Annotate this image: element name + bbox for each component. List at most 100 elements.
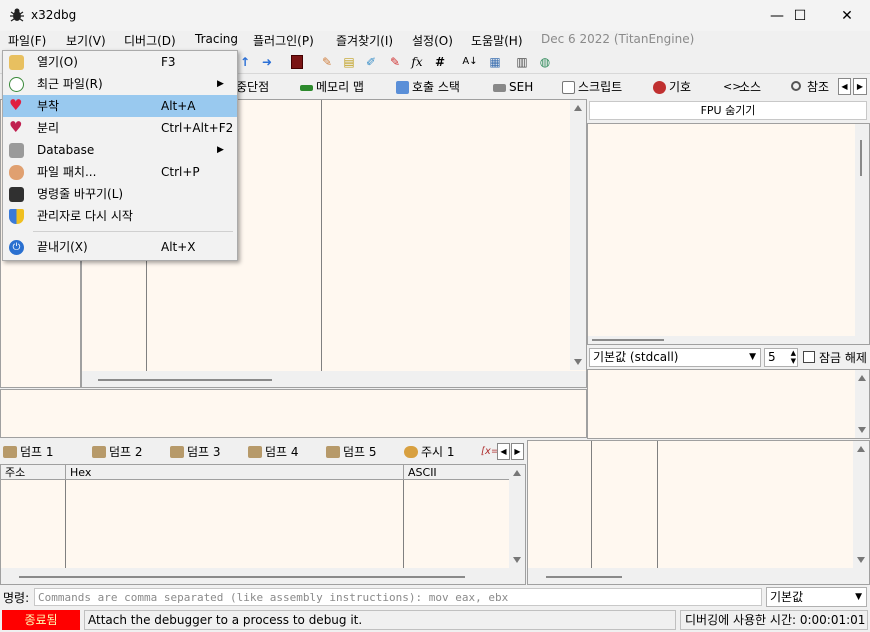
tab-scroll-left-button[interactable]: ◀ <box>838 78 851 95</box>
globe-icon[interactable]: ◍ <box>536 53 554 71</box>
tab-scroll-right-button[interactable]: ▶ <box>853 78 867 95</box>
memory-icon <box>300 85 313 91</box>
menu-item-open-label: 열기(O) <box>37 55 78 69</box>
symbols-icon <box>653 81 666 94</box>
fpu-toggle-button[interactable]: FPU 숨기기 <box>589 101 867 120</box>
tab-dump-1[interactable]: 덤프 1 <box>0 442 54 462</box>
dump-horizontal-scrollbar[interactable] <box>1 568 525 584</box>
trace-icon[interactable] <box>288 53 306 71</box>
dump-icon <box>248 446 262 458</box>
bookmarks-icon[interactable]: ✎ <box>386 53 404 71</box>
status-message: Attach the debugger to a process to debu… <box>84 610 676 630</box>
tab-dump-3[interactable]: 덤프 3 <box>167 442 221 462</box>
hash-icon[interactable]: # <box>431 53 449 71</box>
arguments-vertical-scrollbar[interactable] <box>855 370 869 438</box>
tab-dump-2-label: 덤프 2 <box>109 445 143 459</box>
dump-column-ascii[interactable]: ASCII <box>404 465 511 480</box>
broken-heart-icon: ♥ <box>9 118 23 136</box>
tab-script[interactable]: 스크립트 <box>560 77 622 98</box>
stack-pane[interactable] <box>527 440 870 585</box>
menu-item-restart-as-admin[interactable]: 관리자로 다시 시작 <box>3 205 237 227</box>
menu-view[interactable]: 보기(V) <box>66 32 106 49</box>
window-title: x32dbg <box>31 8 77 22</box>
tab-references[interactable]: 참조 <box>789 77 829 98</box>
step-out-icon[interactable]: ↑ <box>236 53 254 71</box>
dump-tab-scroll-left-button[interactable]: ◀ <box>497 443 510 460</box>
patch-icon[interactable]: ✎ <box>318 53 336 71</box>
argument-count-spinner[interactable]: 5 ▲ ▼ <box>764 348 798 367</box>
menu-item-detach[interactable]: ♥ 분리 Ctrl+Alt+F2 <box>3 117 237 139</box>
seh-icon <box>493 84 506 92</box>
argument-count-value: 5 <box>768 350 776 364</box>
menu-help[interactable]: 도움말(H) <box>471 32 523 49</box>
menu-item-exit[interactable]: ⏻ 끝내기(X) Alt+X <box>3 236 237 258</box>
dump-vertical-scrollbar[interactable] <box>509 465 525 568</box>
calling-convention-value: 기본값 (stdcall) <box>593 350 679 364</box>
menu-favourites[interactable]: 즐겨찾기(I) <box>336 32 393 49</box>
menu-item-recent-files[interactable]: 최근 파일(R) ▶ <box>3 73 237 95</box>
lock-label: 잠금 해제 <box>819 351 867 365</box>
bandage-icon <box>9 165 24 180</box>
submenu-arrow-icon: ▶ <box>217 145 224 155</box>
menu-item-open[interactable]: 열기(O) F3 <box>3 51 237 73</box>
calling-convention-select[interactable]: 기본값 (stdcall) ▼ <box>589 348 761 367</box>
labels-icon[interactable]: ✐ <box>362 53 380 71</box>
menu-item-change-command-line-label: 명령줄 바꾸기(L) <box>37 187 124 201</box>
tab-dump-4[interactable]: 덤프 4 <box>245 442 299 462</box>
tab-symbols[interactable]: 기호 <box>651 77 691 98</box>
maximize-button[interactable]: ☐ <box>777 0 823 31</box>
command-input[interactable]: Commands are comma separated (like assem… <box>34 588 762 606</box>
chevron-down-icon: ▼ <box>749 352 756 362</box>
menu-item-attach[interactable]: ♥ 부착 Alt+A <box>3 95 237 117</box>
menu-options[interactable]: 설정(O) <box>412 32 453 49</box>
page-icon[interactable]: ▦ <box>486 53 504 71</box>
functions-icon[interactable]: fx <box>408 53 426 71</box>
command-mode-select[interactable]: 기본값 ▼ <box>766 587 867 607</box>
tab-dump-5[interactable]: 덤프 5 <box>323 442 377 462</box>
info-pane <box>0 389 587 438</box>
menu-item-change-command-line[interactable]: 명령줄 바꾸기(L) <box>3 183 237 205</box>
calculator-icon[interactable]: ▥ <box>513 53 531 71</box>
tab-watch-1[interactable]: 주시 1 <box>401 442 455 462</box>
close-button[interactable]: ✕ <box>824 0 870 31</box>
menu-item-exit-shortcut: Alt+X <box>161 240 196 254</box>
menu-file[interactable]: 파일(F) <box>8 32 46 49</box>
run-to-user-icon[interactable]: ➜ <box>258 53 276 71</box>
lock-checkbox[interactable] <box>803 351 815 363</box>
tab-source[interactable]: <> 소스 <box>721 77 761 98</box>
tab-dump-2[interactable]: 덤프 2 <box>89 442 143 462</box>
menu-tracing[interactable]: Tracing <box>195 32 238 46</box>
tab-dump-4-label: 덤프 4 <box>265 445 299 459</box>
menu-debug[interactable]: 디버그(D) <box>124 32 176 49</box>
tab-source-label: 소스 <box>739 80 762 94</box>
dump-column-hex[interactable]: Hex <box>66 465 404 480</box>
tab-seh[interactable]: SEH <box>491 77 533 98</box>
font-icon[interactable]: A↓ <box>461 53 479 71</box>
fpu-header: FPU 숨기기 <box>589 99 870 123</box>
arguments-pane[interactable] <box>587 369 870 439</box>
tab-script-label: 스크립트 <box>578 80 623 94</box>
tab-dump-5-label: 덤프 5 <box>343 445 377 459</box>
tab-call-stack[interactable]: 호출 스택 <box>394 77 460 98</box>
dump-tab-scroll-right-button[interactable]: ▶ <box>511 443 524 460</box>
dump-pane[interactable]: 주소 Hex ASCII <box>0 464 526 585</box>
tab-memory-map[interactable]: 메모리 맵 <box>298 77 364 98</box>
disassembly-vertical-scrollbar[interactable] <box>570 100 586 370</box>
dump-column-address[interactable]: 주소 <box>1 465 66 480</box>
menu-plugins[interactable]: 플러그인(P) <box>253 32 314 49</box>
stack-vertical-scrollbar[interactable] <box>853 441 869 568</box>
power-icon: ⏻ <box>9 240 24 255</box>
bug-icon <box>10 8 24 22</box>
menu-item-database[interactable]: Database ▶ <box>3 139 237 161</box>
registers-horizontal-scrollbar[interactable] <box>588 336 856 344</box>
title-bar: x32dbg — ☐ ✕ <box>0 0 870 31</box>
comments-icon[interactable]: ▤ <box>340 53 358 71</box>
menu-item-attach-label: 부착 <box>37 99 60 113</box>
disassembly-horizontal-scrollbar[interactable] <box>82 371 586 387</box>
menu-item-patch-file[interactable]: 파일 패치... Ctrl+P <box>3 161 237 183</box>
stack-horizontal-scrollbar[interactable] <box>528 568 869 584</box>
menu-separator <box>33 231 233 232</box>
registers-vertical-scrollbar[interactable] <box>855 124 869 344</box>
tab-call-stack-label: 호출 스택 <box>412 80 460 94</box>
registers-pane[interactable] <box>587 123 870 345</box>
